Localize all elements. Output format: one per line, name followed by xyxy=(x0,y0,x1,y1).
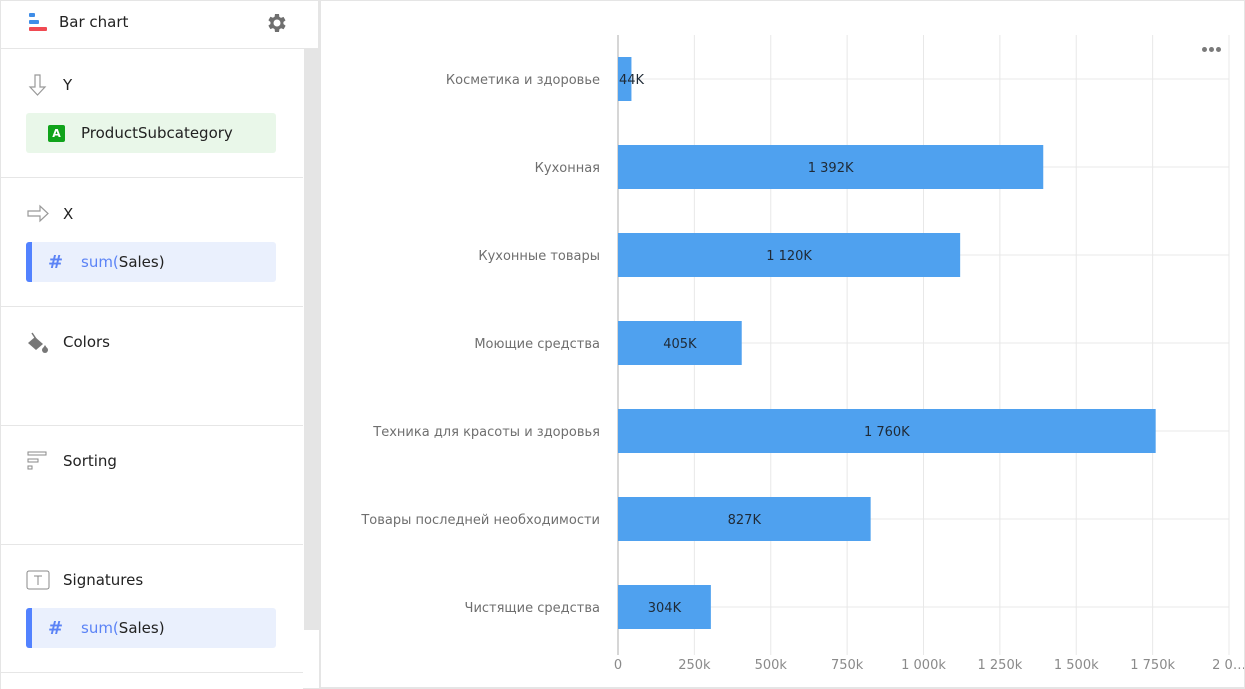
x-tick-label: 0 xyxy=(614,658,622,673)
category-label: Косметика и здоровье xyxy=(446,73,600,88)
data-label: 1 120K xyxy=(766,249,812,264)
section-title-y: Y xyxy=(63,76,73,94)
section-title-sorting: Sorting xyxy=(63,452,117,470)
text-icon xyxy=(26,570,50,590)
chart-panel: Косметика и здоровье Кухонная Кухонные тов… xyxy=(321,1,1244,687)
paint-bucket-icon xyxy=(28,332,48,353)
x-tick-label: 1 750k xyxy=(1130,658,1175,673)
section-sorting: Sorting xyxy=(1,426,303,545)
category-label: Кухонная xyxy=(535,161,600,176)
x-tick-label: 750k xyxy=(831,658,864,673)
data-label: 1 760K xyxy=(864,425,910,440)
x-tick-label: 1 500k xyxy=(1054,658,1099,673)
category-label: Моющие средства xyxy=(474,337,600,352)
bar-chart-icon[interactable] xyxy=(29,13,49,33)
category-label: Товары последней необходимости xyxy=(360,513,600,528)
field-chip-sum-sales-x[interactable]: # sum(Sales) xyxy=(26,242,276,282)
section-signatures: Signatures # sum(Sales) xyxy=(1,545,303,673)
x-tick-label: 1 250k xyxy=(978,658,1023,673)
measure-indicator xyxy=(26,608,32,648)
sorting-icon xyxy=(27,451,47,470)
category-label: Чистящие средства xyxy=(465,601,600,616)
wizard-panel: Bar chart Y A ProductSubcategory X # sum… xyxy=(1,1,319,689)
chart-type-title[interactable]: Bar chart xyxy=(59,13,128,31)
measure-indicator xyxy=(26,242,32,282)
field-chip-productsubcategory[interactable]: A ProductSubcategory xyxy=(26,113,276,153)
section-title-x: X xyxy=(63,205,74,223)
arrow-right-icon xyxy=(27,204,49,223)
dimension-type-badge: A xyxy=(48,125,65,142)
field-name: sum(Sales) xyxy=(81,619,165,637)
data-label: 827K xyxy=(728,513,762,528)
field-name: sum(Sales) xyxy=(81,253,165,271)
field-chip-sum-sales-signatures[interactable]: # sum(Sales) xyxy=(26,608,276,648)
section-colors: Colors xyxy=(1,307,303,426)
hash-icon: # xyxy=(48,618,64,639)
x-tick-label: 2 0… xyxy=(1212,658,1244,673)
bar-chart: Косметика и здоровье Кухонная Кухонные тов… xyxy=(360,35,1244,673)
section-x: X # sum(Sales) xyxy=(1,178,303,307)
x-tick-label: 500k xyxy=(755,658,788,673)
section-title-signatures: Signatures xyxy=(63,571,144,589)
sections-list: Y A ProductSubcategory X # sum(Sales) Co… xyxy=(1,49,303,689)
category-label: Техника для красоты и здоровья xyxy=(372,425,600,440)
panel-header: Bar chart xyxy=(1,1,318,49)
x-tick-label: 1 000k xyxy=(901,658,946,673)
section-y: Y A ProductSubcategory xyxy=(1,49,303,178)
gear-icon[interactable] xyxy=(265,11,289,35)
x-tick-label: 250k xyxy=(678,658,711,673)
field-name: ProductSubcategory xyxy=(81,124,233,142)
arrow-down-icon xyxy=(28,74,47,96)
data-label: 304K xyxy=(648,601,682,616)
data-label: 44K xyxy=(619,73,645,88)
category-label: Кухонные товары xyxy=(478,249,600,264)
scrollbar[interactable] xyxy=(304,49,319,630)
section-title-colors: Colors xyxy=(63,333,110,351)
hash-icon: # xyxy=(48,252,64,273)
data-label: 405K xyxy=(663,337,697,352)
data-label: 1 392K xyxy=(808,161,854,176)
